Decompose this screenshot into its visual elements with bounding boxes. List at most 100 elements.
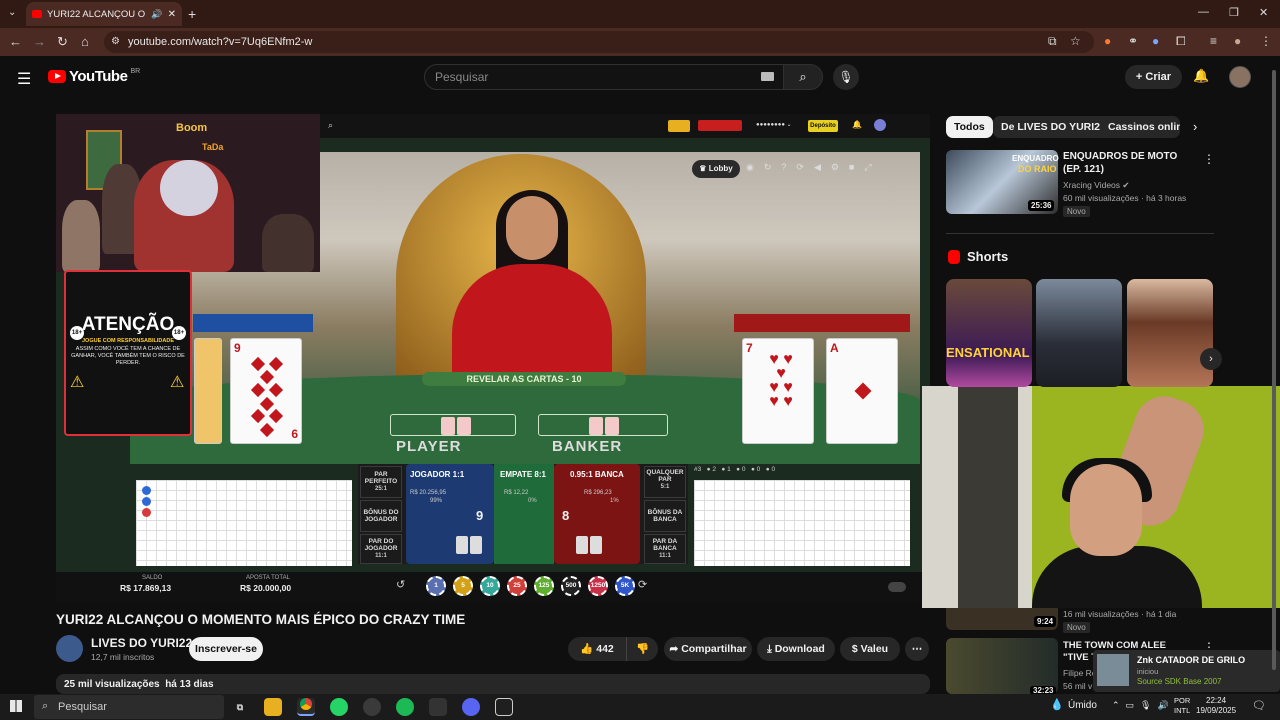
repeat-icon[interactable]: ⟳ bbox=[638, 578, 647, 591]
create-button[interactable]: + Criar bbox=[1125, 65, 1182, 89]
system-tray-icons[interactable]: ⌃▭🎙🔊 bbox=[1112, 700, 1175, 711]
system-clock[interactable]: 22:24 19/09/2025 bbox=[1196, 696, 1236, 716]
game-promo-icon[interactable] bbox=[668, 120, 690, 132]
spotify-icon[interactable] bbox=[396, 698, 414, 716]
thanks-button[interactable]: $ Valeu bbox=[840, 637, 900, 661]
any-pair-bet[interactable]: QUALQUER PAR 5:1 bbox=[644, 466, 686, 498]
subscribe-button[interactable]: Inscrever-se bbox=[189, 637, 263, 661]
share-button[interactable]: ➦ Compartilhar bbox=[664, 637, 752, 661]
game-control-icons[interactable]: ◉↻?⟳◀⚙■⤢ bbox=[746, 162, 882, 173]
profile-icon[interactable]: ● bbox=[1234, 34, 1241, 48]
lobby-button[interactable]: ♛ Lobby bbox=[692, 160, 740, 178]
short-1-thumbnail[interactable]: ENSATIONAL bbox=[946, 279, 1032, 387]
extension-icon[interactable]: ● bbox=[1104, 34, 1111, 48]
betting-chip-125[interactable]: 125 bbox=[534, 576, 554, 596]
like-button[interactable]: 👍 442 bbox=[568, 637, 626, 661]
player-bonus-bet[interactable]: BÔNUS DO JOGADOR bbox=[360, 500, 402, 532]
extension2-icon[interactable]: ⚭ bbox=[1128, 34, 1138, 48]
restore-button[interactable]: ❐ bbox=[1229, 6, 1239, 19]
bookmark-star-icon[interactable]: ☆ bbox=[1070, 34, 1081, 48]
download-button[interactable]: ⤓ Download bbox=[757, 637, 835, 661]
chips-next-icon[interactable]: › bbox=[1193, 119, 1197, 134]
minimize-button[interactable]: — bbox=[1198, 6, 1209, 18]
filter-chip-channel[interactable]: De LIVES DO YURI22 bbox=[993, 116, 1114, 138]
perfect-pair-bet[interactable]: PAR PERFEITO 25:1 bbox=[360, 466, 402, 498]
user-avatar[interactable] bbox=[1229, 66, 1251, 88]
browser-tab[interactable]: YURI22 ALCANÇOU O MOM 🔊 ✕ bbox=[26, 2, 182, 26]
weather-label[interactable]: Úmido bbox=[1068, 700, 1097, 711]
game-account-dropdown[interactable]: ●●●●●●●● ⌄ bbox=[756, 121, 804, 130]
task-view-icon[interactable]: ⧉ bbox=[231, 698, 249, 716]
tab-audio-icon[interactable]: 🔊 bbox=[151, 9, 162, 20]
search-input[interactable]: Pesquisar bbox=[424, 64, 784, 90]
channel-avatar[interactable] bbox=[56, 635, 83, 662]
extensions-puzzle-icon[interactable]: ⧠ bbox=[1176, 34, 1186, 49]
video-player[interactable]: ⌕ ●●●●●●●● ⌄ Depósito 🔔 REVELAR AS CARTA… bbox=[56, 114, 930, 602]
youtube-logo[interactable]: YouTube BR bbox=[48, 68, 140, 85]
close-window-button[interactable]: ✕ bbox=[1259, 6, 1268, 19]
windows-start-icon[interactable] bbox=[10, 700, 22, 712]
betting-chip-5K[interactable]: 5K bbox=[615, 576, 635, 596]
video1-menu-icon[interactable]: ⋮ bbox=[1203, 152, 1215, 166]
game-search-icon[interactable]: ⌕ bbox=[328, 120, 333, 131]
notification-center-icon[interactable]: 🗨 bbox=[1252, 699, 1266, 712]
filter-chip-casinos[interactable]: Cassinos online bbox=[1100, 116, 1180, 138]
voice-search-button[interactable]: 🎙 bbox=[833, 64, 859, 90]
video4-channel[interactable]: Filipe Re bbox=[1063, 668, 1097, 678]
banker-bonus-bet[interactable]: BÔNUS DA BANCA bbox=[644, 500, 686, 532]
hamburger-menu-icon[interactable]: ☰ bbox=[17, 69, 31, 89]
short-2-thumbnail[interactable] bbox=[1036, 279, 1122, 387]
chrome-icon[interactable] bbox=[297, 698, 315, 716]
video1-title[interactable]: ENQUADROS DE MOTO (EP. 121) bbox=[1063, 150, 1193, 176]
game-notification-icon[interactable]: 🔔 bbox=[852, 120, 862, 129]
app-icon[interactable] bbox=[429, 698, 447, 716]
site-info-icon[interactable]: ⚙ bbox=[111, 36, 120, 47]
menu-kebab-icon[interactable]: ⋮ bbox=[1260, 34, 1272, 48]
player-bet-area[interactable]: JOGADOR 1:1 R$ 20.256,95 99% 9 bbox=[406, 464, 494, 564]
short-3-thumbnail[interactable] bbox=[1127, 279, 1213, 387]
input-language[interactable]: POR INTL bbox=[1174, 696, 1190, 716]
dislike-button[interactable]: 👎 bbox=[626, 637, 658, 661]
game-bonus-badge[interactable] bbox=[698, 120, 742, 131]
tab-search-chevron-icon[interactable]: ⌄ bbox=[8, 7, 16, 18]
tab-close-icon[interactable]: ✕ bbox=[168, 9, 176, 20]
forward-icon[interactable]: → bbox=[33, 34, 46, 49]
toggle-switch[interactable] bbox=[888, 582, 906, 592]
channel-name[interactable]: LIVES DO YURI22 bbox=[91, 636, 192, 650]
betting-chip-25[interactable]: 25 bbox=[507, 576, 527, 596]
shorts-next-button[interactable]: › bbox=[1200, 348, 1222, 370]
filter-chip-all[interactable]: Todos bbox=[946, 116, 993, 138]
extension3-icon[interactable]: ● bbox=[1152, 34, 1159, 48]
banker-bet-area[interactable]: 0.95:1 BANCA R$ 296,23 1% 8 bbox=[554, 464, 640, 564]
home-icon[interactable]: ⌂ bbox=[81, 34, 89, 49]
game-deposit-button[interactable]: Depósito bbox=[808, 120, 838, 132]
more-actions-button[interactable]: ⋯ bbox=[905, 637, 929, 661]
new-tab-button[interactable]: + bbox=[188, 6, 196, 22]
steam-notification[interactable]: Znk CATADOR DE GRILO iniciou Source SDK … bbox=[1093, 650, 1280, 692]
notifications-bell-icon[interactable]: 🔔 bbox=[1193, 68, 1209, 84]
player-pair-bet[interactable]: PAR DO JOGADOR 11:1 bbox=[360, 534, 402, 564]
video1-channel[interactable]: Xracing Videos ✔ bbox=[1063, 180, 1130, 191]
banker-pair-bet[interactable]: PAR DA BANCA 11:1 bbox=[644, 534, 686, 564]
tie-bet-area[interactable]: EMPATE 8:1 R$ 12,22 0% bbox=[494, 464, 554, 564]
keyboard-icon[interactable] bbox=[761, 72, 774, 81]
whatsapp-icon[interactable] bbox=[330, 698, 348, 716]
game-profile-icon[interactable] bbox=[874, 119, 886, 131]
taskbar-search[interactable]: Pesquisar bbox=[34, 695, 224, 719]
betting-chip-500[interactable]: 500 bbox=[561, 576, 581, 596]
steam-icon[interactable] bbox=[363, 698, 381, 716]
page-scrollbar[interactable] bbox=[1272, 70, 1276, 670]
address-bar[interactable]: youtube.com/watch?v=7Uq6ENfm2-w bbox=[104, 31, 1094, 53]
undo-icon[interactable]: ↺ bbox=[396, 578, 405, 591]
search-button[interactable]: ⌕ bbox=[783, 64, 823, 90]
file-explorer-icon[interactable] bbox=[264, 698, 282, 716]
betting-chip-1250[interactable]: 1250 bbox=[588, 576, 608, 596]
reload-icon[interactable]: ↻ bbox=[57, 34, 68, 50]
install-app-icon[interactable]: ⧉ bbox=[1048, 34, 1057, 49]
back-icon[interactable]: ← bbox=[9, 34, 22, 49]
media-control-icon[interactable]: ≡ bbox=[1210, 34, 1217, 48]
description-box[interactable]: 25 mil visualizações há 13 dias bbox=[56, 674, 930, 694]
betting-chip-10[interactable]: 10 bbox=[480, 576, 500, 596]
obs-icon[interactable] bbox=[495, 698, 513, 716]
betting-chip-5[interactable]: 5 bbox=[453, 576, 473, 596]
